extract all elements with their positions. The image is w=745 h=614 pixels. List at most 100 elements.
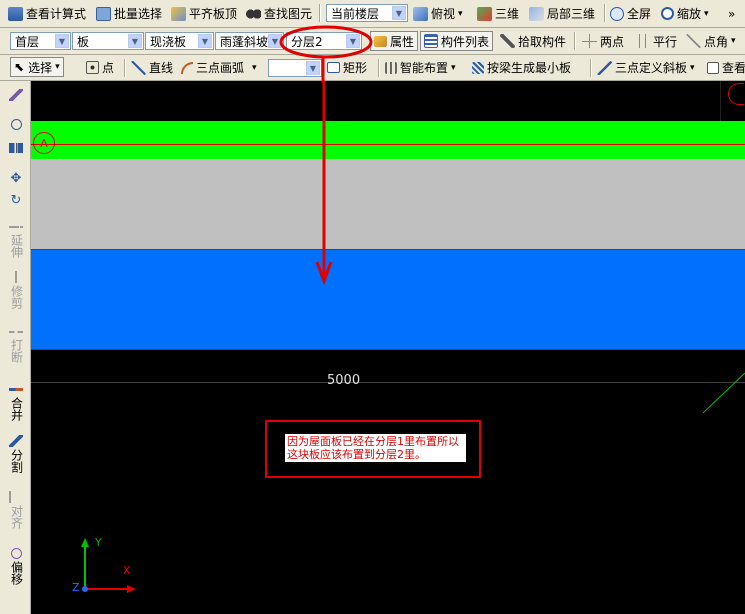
y-axis-label: Y	[95, 536, 102, 549]
point-angle-icon	[686, 34, 701, 48]
dropdown-caret-icon: ▾	[458, 8, 463, 19]
x-axis-label: X	[123, 564, 131, 577]
batch-select-icon	[96, 6, 111, 21]
parallel-icon	[635, 34, 650, 48]
trim-tool[interactable]: 修剪	[5, 271, 27, 312]
extend-tool[interactable]: 延伸	[5, 221, 27, 261]
point-button[interactable]: 点	[86, 55, 114, 80]
generate-min-slab-button[interactable]: 按梁生成最小板	[472, 55, 571, 80]
shape-select[interactable]: ▼	[268, 59, 322, 77]
point-angle-button[interactable]: 点角 ▾	[686, 28, 736, 54]
chevron-down-icon: ▼	[128, 34, 142, 48]
merge-icon	[9, 388, 23, 391]
fullscreen-button[interactable]: 全屏	[610, 0, 651, 27]
view-formula-button[interactable]: 查看计算式	[8, 0, 86, 27]
mirror-icon	[9, 143, 23, 153]
split-tool[interactable]: 分割	[5, 435, 27, 476]
dropdown-caret-icon: ▾	[731, 36, 736, 46]
dropdown-caret-icon: ▾	[451, 62, 456, 73]
align-slab-top-button[interactable]: 平齐板顶	[171, 0, 237, 27]
split-icon	[9, 435, 23, 447]
left-toolbar: ✥ ↻ 延伸 修剪 打断 合并 分割 对齐 偏移	[0, 81, 31, 614]
floor-scope-select[interactable]: 当前楼层 ▼	[326, 4, 408, 22]
more-icon: »	[728, 6, 736, 21]
axis-marker-partial	[728, 83, 744, 105]
fullscreen-icon	[610, 6, 624, 21]
move-icon: ✥	[10, 171, 22, 186]
brush-tool[interactable]	[5, 89, 27, 103]
top-view-button[interactable]: 俯视 ▾	[413, 0, 463, 27]
z-axis-label: Z	[72, 581, 80, 594]
separator	[319, 4, 321, 22]
move-tool[interactable]: ✥	[5, 171, 27, 187]
magnifier-icon	[661, 7, 674, 20]
view-button[interactable]: 查看	[707, 55, 745, 80]
three-d-icon	[477, 6, 492, 21]
separator	[574, 32, 576, 50]
trim-icon	[9, 271, 23, 283]
merge-tool[interactable]: 合并	[5, 384, 27, 424]
offset-icon	[10, 548, 22, 559]
eyedropper-icon	[500, 34, 515, 48]
mirror-tool[interactable]	[5, 143, 27, 155]
rectangle-icon	[327, 62, 340, 73]
separator	[124, 59, 126, 77]
snap-guide-icon	[702, 372, 745, 414]
separator	[604, 4, 606, 22]
gray-slab[interactable]	[31, 159, 745, 250]
brush-icon	[9, 89, 23, 101]
separator	[378, 59, 380, 77]
blue-slab[interactable]	[31, 250, 745, 349]
more-button[interactable]: »	[728, 0, 735, 27]
local-3d-button[interactable]: 局部三维	[529, 0, 595, 27]
parallel-button[interactable]: 平行	[635, 28, 677, 54]
list-icon	[424, 34, 438, 48]
cube-icon	[413, 6, 428, 21]
zoom-button[interactable]: 缩放 ▾	[661, 0, 709, 27]
copy-tool[interactable]	[5, 119, 27, 132]
component-list-button[interactable]: 构件列表	[420, 31, 494, 51]
find-element-button[interactable]: 查找图元	[246, 0, 312, 27]
three-d-button[interactable]: 三维	[477, 0, 519, 27]
rotate-tool[interactable]: ↻	[5, 194, 27, 209]
highlight-ellipse	[279, 25, 373, 59]
local-3d-icon	[529, 6, 544, 21]
dropdown-caret-icon: ▾	[55, 62, 60, 72]
slab-grid-icon	[472, 61, 484, 74]
category-select[interactable]: 板 ▼	[72, 32, 144, 50]
dropdown-caret-icon: ▾	[704, 8, 709, 19]
two-points-icon	[582, 34, 597, 48]
batch-select-button[interactable]: 批量选择	[96, 0, 162, 27]
formula-icon	[8, 6, 23, 21]
properties-icon	[374, 35, 387, 47]
offset-tool[interactable]: 偏移	[5, 548, 27, 588]
floor-select[interactable]: 首层 ▼	[10, 32, 71, 50]
green-slab[interactable]	[31, 121, 745, 159]
two-points-button[interactable]: 两点	[582, 28, 624, 54]
break-tool[interactable]: 打断	[5, 326, 27, 366]
line-button[interactable]: 直线	[131, 55, 173, 80]
three-point-arc-button[interactable]: 三点画弧 ▾	[181, 55, 257, 80]
slope-icon	[597, 60, 612, 75]
smart-layout-button[interactable]: 智能布置 ▾	[385, 55, 456, 80]
align-tool[interactable]: 对齐	[5, 491, 27, 532]
point-icon	[86, 61, 99, 74]
component-select[interactable]: 雨蓬斜坡1 ▼	[215, 32, 284, 50]
extend-icon	[9, 226, 23, 228]
smart-layout-icon	[385, 61, 397, 74]
pick-component-button[interactable]: 拾取构件	[500, 28, 566, 54]
break-icon	[9, 331, 23, 333]
drawing-canvas[interactable]: 5000 A 因为屋面板已经在分层1里布置所以这块板应该布置到分层2里。 Y X…	[31, 81, 745, 614]
annotation-text: 因为屋面板已经在分层1里布置所以这块板应该布置到分层2里。	[285, 434, 466, 462]
axis-line	[31, 144, 745, 145]
line-icon	[131, 60, 146, 75]
align-slab-icon	[171, 6, 186, 21]
arc-icon	[181, 61, 193, 74]
select-button[interactable]: ⬉ 选择 ▾	[10, 57, 64, 77]
coordinate-axes-icon	[81, 538, 136, 593]
annotation-arrow	[315, 81, 333, 286]
component-type-select[interactable]: 现浇板 ▼	[145, 32, 214, 50]
three-point-slope-button[interactable]: 三点定义斜板 ▾	[597, 55, 695, 80]
properties-button[interactable]: 属性	[370, 31, 419, 51]
chevron-down-icon: ▼	[55, 34, 69, 48]
